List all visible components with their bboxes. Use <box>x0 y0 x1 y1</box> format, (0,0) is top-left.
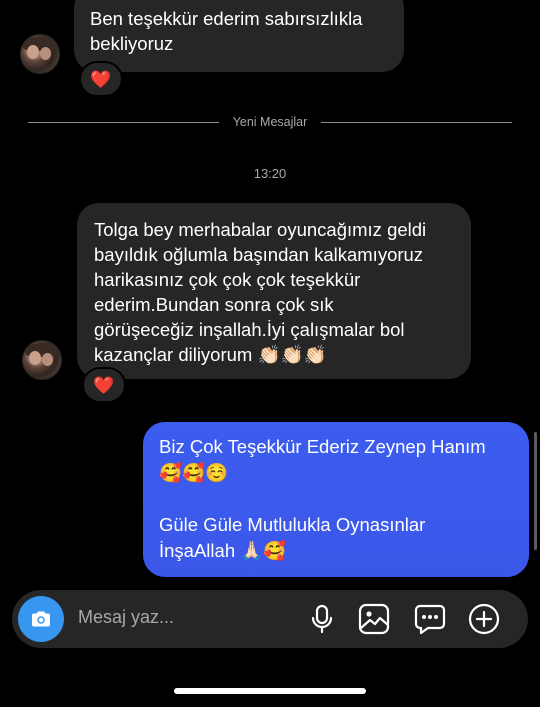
camera-button[interactable] <box>18 596 64 642</box>
message-composer: Mesaj yaz... <box>12 590 528 648</box>
heart-reaction[interactable]: ❤️ <box>82 367 126 403</box>
gallery-button[interactable] <box>358 603 390 635</box>
message-line: Güle Güle Mutlulukla Oynasınlar <box>159 514 426 535</box>
home-indicator[interactable] <box>174 688 366 694</box>
gallery-icon <box>358 603 390 635</box>
sticker-button[interactable] <box>414 603 446 635</box>
scrollbar[interactable] <box>534 432 537 550</box>
message-line: Biz Çok Teşekkür Ederiz Zeynep Hanım <box>159 436 486 457</box>
microphone-icon <box>311 604 333 634</box>
voice-message-button[interactable] <box>306 603 338 635</box>
heart-icon: ❤️ <box>90 69 112 89</box>
chat-sticker-icon <box>414 604 446 635</box>
divider-label: Yeni Mesajlar <box>232 115 308 129</box>
message-input[interactable]: Mesaj yaz... <box>78 607 174 628</box>
heart-reaction[interactable]: ❤️ <box>79 61 123 97</box>
message-timestamp: 13:20 <box>253 166 287 181</box>
incoming-message-bubble[interactable]: Ben teşekkür ederim sabırsızlıkla bekliy… <box>74 0 404 72</box>
more-options-button[interactable] <box>468 603 500 635</box>
new-messages-divider: Yeni Mesajlar <box>28 112 512 132</box>
sender-avatar[interactable] <box>22 340 62 380</box>
plus-circle-icon <box>468 603 500 635</box>
outgoing-message-bubble[interactable]: Biz Çok Teşekkür Ederiz Zeynep Hanım 🥰🥰☺… <box>143 422 529 577</box>
incoming-message-bubble[interactable]: Tolga bey merhabalar oyuncağımız geldi b… <box>77 203 471 379</box>
message-emoji-line: 🥰🥰☺️ <box>159 462 229 483</box>
camera-icon <box>32 611 50 627</box>
heart-icon: ❤️ <box>93 375 115 395</box>
sender-avatar[interactable] <box>20 34 60 74</box>
message-line: İnşaAllah 🙏🏻🥰 <box>159 540 287 561</box>
